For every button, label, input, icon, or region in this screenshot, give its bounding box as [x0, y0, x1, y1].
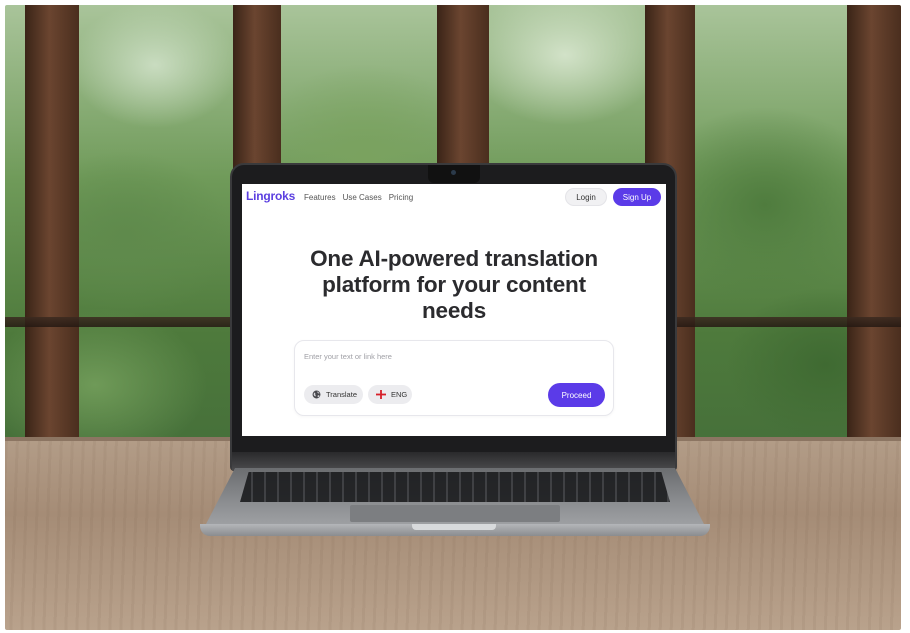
login-button[interactable]: Login — [565, 188, 607, 206]
proceed-button[interactable]: Proceed — [548, 383, 605, 407]
nav-link-features[interactable]: Features — [304, 193, 336, 202]
laptop-lip-notch — [412, 524, 496, 530]
translate-mode-chip[interactable]: Translate — [304, 385, 363, 404]
nav-link-use-cases[interactable]: Use Cases — [343, 193, 382, 202]
england-flag-icon — [376, 390, 386, 399]
brand-logo[interactable]: Lingroks — [246, 189, 295, 203]
nav-links: Features Use Cases Pricing — [304, 193, 413, 202]
hero-heading: One AI-powered translation platform for … — [262, 246, 646, 324]
laptop-keyboard — [240, 472, 670, 502]
globe-icon — [312, 390, 321, 399]
hero-line: One AI-powered translation — [310, 246, 598, 271]
language-chip[interactable]: ENG — [368, 385, 412, 404]
hero-line: platform for your content — [322, 272, 586, 297]
nav-link-pricing[interactable]: Pricing — [389, 193, 413, 202]
hero-line: needs — [421, 298, 487, 323]
window-post — [847, 5, 901, 445]
top-nav: Lingroks Features Use Cases Pricing Logi… — [242, 184, 666, 212]
laptop-hinge — [232, 452, 675, 470]
translation-composer: Translate ENG Proceed — [294, 340, 614, 416]
language-label: ENG — [391, 390, 408, 399]
translate-mode-label: Translate — [326, 390, 357, 399]
text-or-link-input[interactable] — [304, 349, 534, 363]
laptop-screen: Lingroks Features Use Cases Pricing Logi… — [242, 184, 666, 436]
signup-button[interactable]: Sign Up — [613, 188, 661, 206]
camera-icon — [428, 165, 480, 183]
laptop-trackpad — [350, 505, 560, 522]
window-post — [25, 5, 79, 445]
